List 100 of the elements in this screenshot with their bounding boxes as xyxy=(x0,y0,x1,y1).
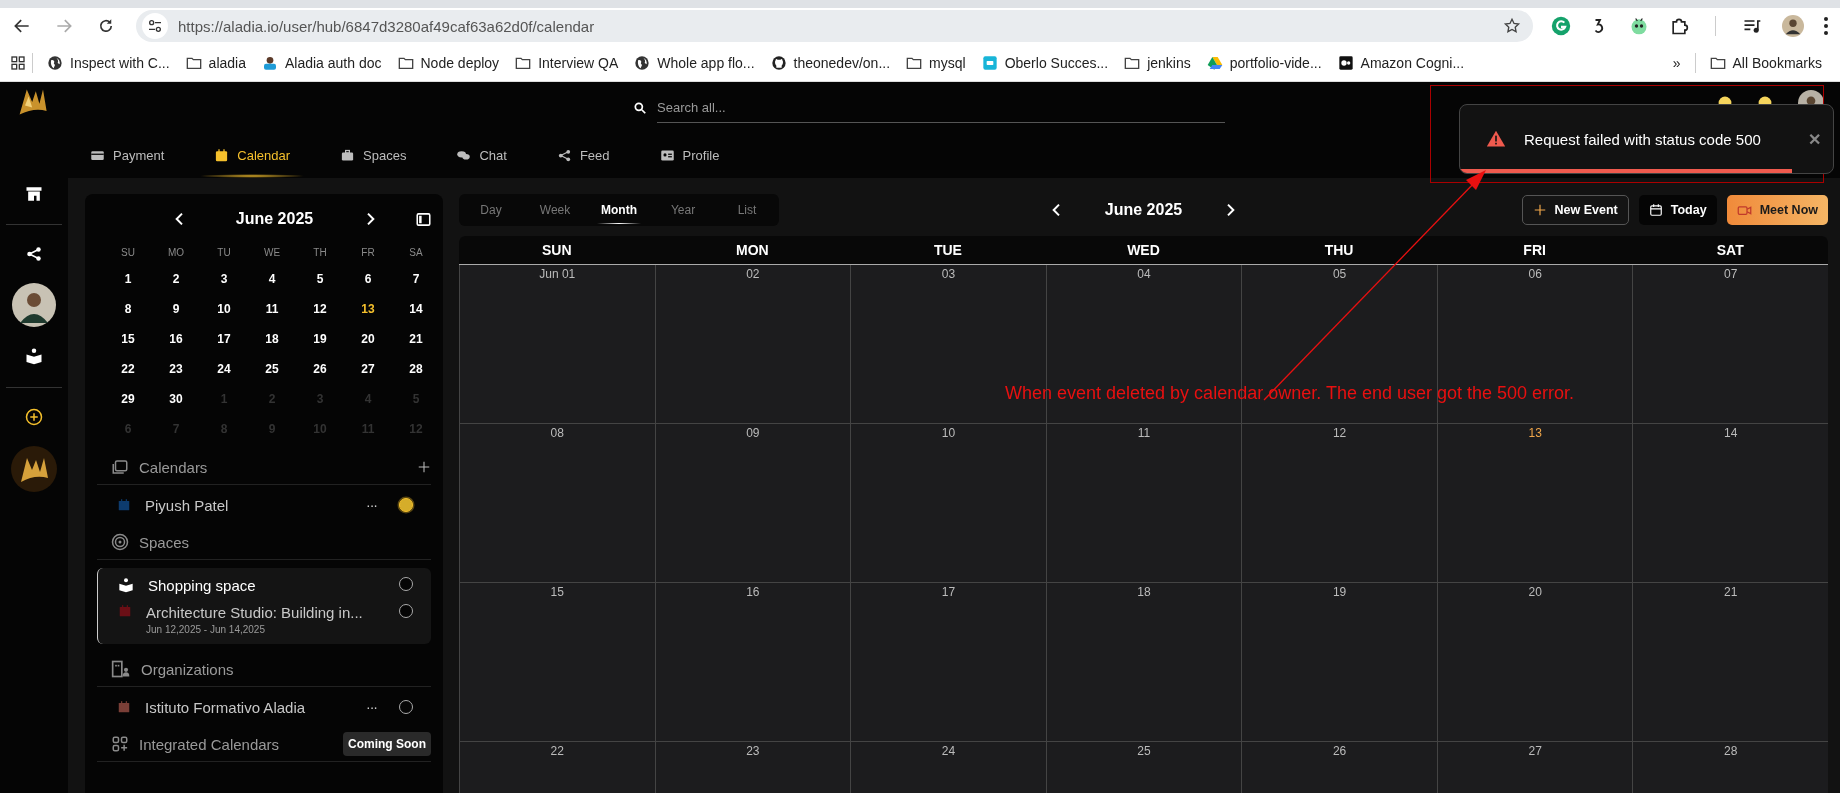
nav-tab[interactable]: Payment xyxy=(74,132,181,178)
bookmark[interactable]: theonedev/on... xyxy=(762,54,899,71)
nav-tab[interactable]: Calendar xyxy=(198,132,307,178)
apps-add-icon xyxy=(111,735,129,753)
day-number[interactable]: 9 xyxy=(152,294,200,324)
day-number[interactable]: 23 xyxy=(152,354,200,384)
bookmark[interactable]: Node deploy xyxy=(389,54,508,71)
day-number[interactable]: 19 xyxy=(296,324,344,354)
date-label: Jun 01 xyxy=(539,267,576,283)
day-number[interactable]: 22 xyxy=(104,354,152,384)
day-number[interactable]: 4 xyxy=(248,264,296,294)
address-bar[interactable]: https://aladia.io/user/hub/6847d3280af49caf63a62d0f/calendar xyxy=(136,10,1533,42)
site-info-button[interactable] xyxy=(142,13,168,39)
day-number[interactable]: 15 xyxy=(104,324,152,354)
day-number[interactable]: 26 xyxy=(296,354,344,384)
space-name: Shopping space xyxy=(148,577,257,594)
day-number[interactable]: 14 xyxy=(392,294,440,324)
toast-message: Request failed with status code 500 xyxy=(1524,130,1762,148)
day-number[interactable]: 12 xyxy=(296,294,344,324)
day-number[interactable]: 25 xyxy=(248,354,296,384)
event-title: Architecture Studio: Building in... xyxy=(146,604,364,621)
briefcase-icon xyxy=(340,147,356,163)
view-tab[interactable]: Week xyxy=(523,194,587,226)
all-bookmarks-folder[interactable]: All Bookmarks xyxy=(1701,54,1830,71)
day-number[interactable]: 3 xyxy=(200,264,248,294)
day-number[interactable]: 2 xyxy=(152,264,200,294)
bookmark[interactable]: jenkins xyxy=(1116,54,1199,71)
date-label: 11 xyxy=(1137,426,1151,442)
date-label: 09 xyxy=(746,426,760,442)
bookmark[interactable]: aladia xyxy=(177,54,254,71)
bookmark[interactable]: Interview QA xyxy=(507,54,627,71)
day-number[interactable]: 7 xyxy=(392,264,440,294)
section-title: Organizations xyxy=(141,660,234,678)
new-event-button[interactable]: New Event xyxy=(1521,195,1629,225)
bookmark[interactable]: portfolio-vide... xyxy=(1198,54,1330,71)
day-number[interactable]: 18 xyxy=(248,324,296,354)
date-label: 24 xyxy=(941,744,956,760)
bookmark[interactable]: mysql xyxy=(898,54,974,71)
view-tab[interactable]: Month xyxy=(587,194,651,226)
day-number[interactable]: 16 xyxy=(152,324,200,354)
day-number[interactable]: 1 xyxy=(104,264,152,294)
day-number[interactable]: 17 xyxy=(200,324,248,354)
add-button[interactable] xyxy=(417,460,431,474)
day-number[interactable]: 11 xyxy=(248,294,296,324)
plus-icon xyxy=(1532,203,1547,217)
bookmark[interactable]: Inspect with C... xyxy=(39,54,178,71)
day-number[interactable]: 5 xyxy=(296,264,344,294)
nav-tab[interactable]: Profile xyxy=(643,132,736,178)
grammar-extension-icon xyxy=(1551,16,1571,36)
day-number[interactable]: 30 xyxy=(152,384,200,414)
day-number[interactable]: 6 xyxy=(344,264,392,294)
radio-button[interactable] xyxy=(399,700,413,714)
close-button[interactable]: ✕ xyxy=(1808,129,1821,149)
nav-tab[interactable]: Chat xyxy=(440,132,523,178)
day-number[interactable]: 24 xyxy=(200,354,248,384)
weekday-label: SU xyxy=(120,246,136,260)
day-number[interactable]: 21 xyxy=(392,324,440,354)
coming-soon-badge: Coming Soon xyxy=(343,732,431,756)
nav-tab[interactable]: Feed xyxy=(540,132,626,178)
more-menu-icon[interactable] xyxy=(1824,17,1828,35)
weekday-header: SUN xyxy=(541,241,573,260)
date-label: 10 xyxy=(941,426,956,442)
date-label: 23 xyxy=(746,744,760,760)
day-number[interactable]: 28 xyxy=(392,354,440,384)
bookmark[interactable]: Whole app flo... xyxy=(626,54,763,71)
view-tab[interactable]: Day xyxy=(459,194,523,226)
calendar-item[interactable]: Piyush Patel ··· xyxy=(97,485,431,525)
robot-extension-icon xyxy=(1629,16,1649,36)
radio-button[interactable] xyxy=(399,604,413,618)
more-bookmarks-button[interactable]: » xyxy=(1664,54,1689,71)
calendar-item[interactable]: Istituto Formativo Aladia ··· xyxy=(97,687,431,727)
meet-now-button[interactable]: Meet Now xyxy=(1726,195,1828,225)
day-number[interactable]: 29 xyxy=(104,384,152,414)
date-label: 28 xyxy=(1724,744,1738,760)
day-number[interactable]: 27 xyxy=(344,354,392,384)
search-field[interactable]: Search all... xyxy=(657,93,1225,123)
radio-button[interactable] xyxy=(399,498,413,512)
today-button[interactable]: Today xyxy=(1638,195,1717,225)
avatar-icon xyxy=(1782,15,1804,37)
annotation-note: When event deleted by calendar owner. The end user got the 500 error. xyxy=(1005,383,1575,404)
day-number[interactable]: 10 xyxy=(200,294,248,324)
day-number[interactable]: 8 xyxy=(104,294,152,324)
bookmark[interactable]: Amazon Cogni... xyxy=(1329,54,1473,71)
globe-icon xyxy=(634,54,651,71)
view-tab[interactable]: List xyxy=(715,194,779,226)
day-number[interactable]: 20 xyxy=(344,324,392,354)
url-text: https://aladia.io/user/hub/6847d3280af49caf63a62d0f/calendar xyxy=(178,17,596,35)
day-number[interactable]: 13 xyxy=(344,294,392,324)
sidebar-toggle-button[interactable] xyxy=(416,211,431,227)
date-label: 15 xyxy=(550,585,564,601)
view-tab[interactable]: Year xyxy=(651,194,715,226)
nav-tab[interactable]: Spaces xyxy=(324,132,423,178)
bookmark[interactable]: Aladia auth doc xyxy=(253,54,390,71)
user-avatar-icon xyxy=(12,283,56,327)
star-icon xyxy=(1503,17,1521,35)
radio-button[interactable] xyxy=(399,577,413,591)
bookmark[interactable]: Oberlo Succes... xyxy=(973,54,1117,71)
weekday-label: TH xyxy=(312,246,328,260)
weekday-header: TUE xyxy=(932,241,963,260)
calendar-icon xyxy=(117,498,131,512)
